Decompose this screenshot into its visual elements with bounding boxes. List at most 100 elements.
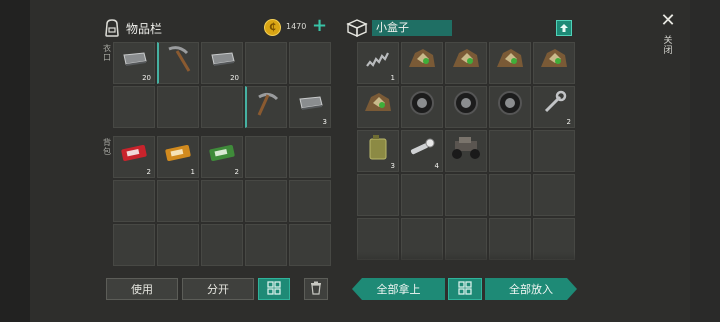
inventory-title: 物品栏 <box>126 21 163 36</box>
box-icon <box>346 19 368 38</box>
split-button[interactable]: 分开 <box>182 278 254 300</box>
backpack-slot-1[interactable]: 2 <box>113 136 155 178</box>
grid-icon <box>267 280 281 298</box>
container-slot-18[interactable] <box>445 174 487 216</box>
pocket-slot-10[interactable]: 3 <box>289 86 331 128</box>
delete-button[interactable] <box>304 278 328 300</box>
left-edge <box>0 0 30 322</box>
metal-ingot-icon <box>120 51 148 71</box>
backpack-icon <box>104 19 120 37</box>
slot-count: 4 <box>434 162 439 170</box>
pocket-slot-7[interactable] <box>157 86 199 128</box>
inventory-header: 物品栏 ₵ 1470 + <box>104 15 334 40</box>
container-title-bar: 小盒子 <box>372 20 452 36</box>
backpack-slot-10[interactable] <box>289 180 331 222</box>
flashlight-icon <box>407 137 437 161</box>
pocket-grid: 20 20 3 <box>113 42 331 128</box>
jerrycan-icon <box>367 133 389 165</box>
pocket-slot-3[interactable]: 20 <box>201 42 243 84</box>
container-slot-15[interactable] <box>533 130 575 172</box>
metal-ingot-icon <box>296 95 324 115</box>
slot-count: 2 <box>234 168 239 176</box>
pocket-slot-8[interactable] <box>201 86 243 128</box>
pickaxe-icon <box>163 43 195 79</box>
coin-icon: ₵ <box>264 19 281 36</box>
backpack-slot-3[interactable]: 2 <box>201 136 243 178</box>
backpack-slot-8[interactable] <box>201 180 243 222</box>
backpack-slot-4[interactable] <box>245 136 287 178</box>
backpack-slot-5[interactable] <box>289 136 331 178</box>
backpack-grid: 2 1 2 <box>113 136 331 266</box>
pocket-slot-2[interactable] <box>157 42 199 84</box>
container-slot-20[interactable] <box>533 174 575 216</box>
grid-icon <box>458 280 472 298</box>
pocket-slot-5[interactable] <box>289 42 331 84</box>
pickaxe-icon <box>251 87 283 123</box>
export-button[interactable] <box>556 20 572 36</box>
container-slot-12[interactable]: 4 <box>401 130 443 172</box>
container-slot-11[interactable]: 3 <box>357 130 399 172</box>
pocket-slot-9[interactable] <box>245 86 287 128</box>
use-button[interactable]: 使用 <box>106 278 178 300</box>
pocket-slot-6[interactable] <box>113 86 155 128</box>
sort-inventory-button[interactable] <box>258 278 290 300</box>
container-slot-19[interactable] <box>489 174 531 216</box>
container-slot-13[interactable] <box>445 130 487 172</box>
gold-coupon-icon <box>165 144 191 166</box>
backpack-slot-14[interactable] <box>245 224 287 266</box>
backpack-slot-11[interactable] <box>113 224 155 266</box>
close-button[interactable]: ✕ 关闭 <box>654 10 682 64</box>
container-slot-3[interactable] <box>445 42 487 84</box>
slot-count: 3 <box>322 118 327 126</box>
backpack-slot-2[interactable]: 1 <box>157 136 199 178</box>
scroll-fade <box>355 252 575 266</box>
backpack-slot-7[interactable] <box>157 180 199 222</box>
sort-container-button[interactable] <box>448 278 482 300</box>
backpack-slot-9[interactable] <box>245 180 287 222</box>
container-slot-2[interactable] <box>401 42 443 84</box>
container-grid: 1 2 3 4 <box>357 42 575 260</box>
slot-count: 1 <box>190 168 195 176</box>
container-slot-10[interactable]: 2 <box>533 86 575 128</box>
right-edge <box>690 0 720 322</box>
container-slot-8[interactable] <box>445 86 487 128</box>
metal-ingot-icon <box>208 51 236 71</box>
red-coupon-icon <box>121 144 147 166</box>
ore-rock-icon <box>495 47 525 75</box>
slot-count: 20 <box>142 74 151 82</box>
slot-count: 3 <box>390 162 395 170</box>
backpack-slot-6[interactable] <box>113 180 155 222</box>
close-icon: ✕ <box>660 10 676 31</box>
pocket-slot-4[interactable] <box>245 42 287 84</box>
container-slot-7[interactable] <box>401 86 443 128</box>
tire-icon <box>453 90 479 120</box>
backpack-slot-12[interactable] <box>157 224 199 266</box>
pocket-slot-1[interactable]: 20 <box>113 42 155 84</box>
container-slot-5[interactable] <box>533 42 575 84</box>
pocket-label: 衣口 <box>103 44 111 62</box>
backpack-slot-15[interactable] <box>289 224 331 266</box>
container-slot-16[interactable] <box>357 174 399 216</box>
tire-icon <box>409 90 435 120</box>
ore-rock-icon <box>539 47 569 75</box>
container-slot-6[interactable] <box>357 86 399 128</box>
backpack-slot-13[interactable] <box>201 224 243 266</box>
container-title: 小盒子 <box>376 21 409 34</box>
wrench-icon <box>540 89 568 121</box>
add-coins-button[interactable]: + <box>312 15 327 36</box>
take-all-button[interactable]: 全部拿上 <box>352 278 445 300</box>
container-slot-1[interactable]: 1 <box>357 42 399 84</box>
container-slot-4[interactable] <box>489 42 531 84</box>
container-slot-9[interactable] <box>489 86 531 128</box>
ore-rock-icon <box>407 47 437 75</box>
ore-rock-icon <box>451 47 481 75</box>
ore-rock-icon <box>363 91 393 119</box>
slot-count: 2 <box>566 118 571 126</box>
put-all-button[interactable]: 全部放入 <box>485 278 577 300</box>
slot-count: 1 <box>390 74 395 82</box>
container-slot-17[interactable] <box>401 174 443 216</box>
upload-icon <box>560 24 568 32</box>
spring-icon <box>364 48 392 74</box>
container-slot-14[interactable] <box>489 130 531 172</box>
coin-count: 1470 <box>286 22 307 31</box>
